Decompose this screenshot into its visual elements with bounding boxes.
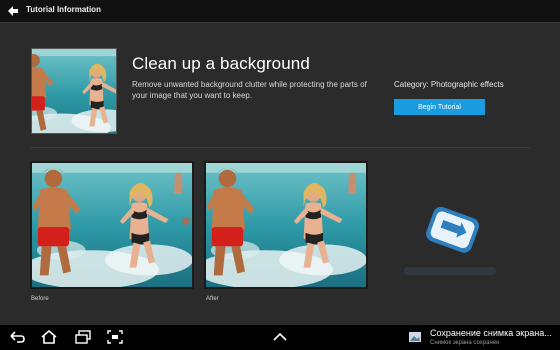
back-icon[interactable]: [8, 330, 26, 344]
home-icon[interactable]: [40, 330, 58, 344]
back-arrow-icon[interactable]: [6, 4, 20, 18]
recent-apps-icon[interactable]: [74, 330, 92, 344]
section-divider: [30, 147, 530, 148]
screenshot-icon[interactable]: [106, 330, 124, 344]
after-image: [204, 161, 368, 289]
screenshot-notification[interactable]: Сохранение снимка экрана... Снимок экран…: [404, 325, 560, 350]
notification-title: Сохранение снимка экрана...: [430, 328, 552, 338]
system-navbar: Сохранение снимка экрана... Снимок экран…: [0, 325, 560, 350]
tutorial-content: Clean up a background Remove unwanted ba…: [0, 23, 560, 325]
begin-tutorial-button[interactable]: Begin Tutorial: [394, 99, 485, 115]
notification-subtitle: Снимок экрана сохранен: [430, 340, 500, 346]
before-caption: Before: [31, 296, 49, 302]
watermark-logo: [404, 207, 496, 275]
page-title: Tutorial Information: [26, 5, 101, 14]
tutorial-category: Category: Photographic effects: [394, 80, 504, 89]
tutorial-thumbnail: [31, 48, 117, 134]
menu-up-icon[interactable]: [271, 330, 289, 344]
title-bar: Tutorial Information: [0, 0, 560, 23]
before-image: [30, 161, 194, 289]
after-caption: After: [206, 296, 219, 302]
gallery-icon: [409, 332, 421, 342]
tutorial-title: Clean up a background: [132, 54, 310, 73]
tutorial-description: Remove unwanted background clutter while…: [132, 80, 367, 100]
